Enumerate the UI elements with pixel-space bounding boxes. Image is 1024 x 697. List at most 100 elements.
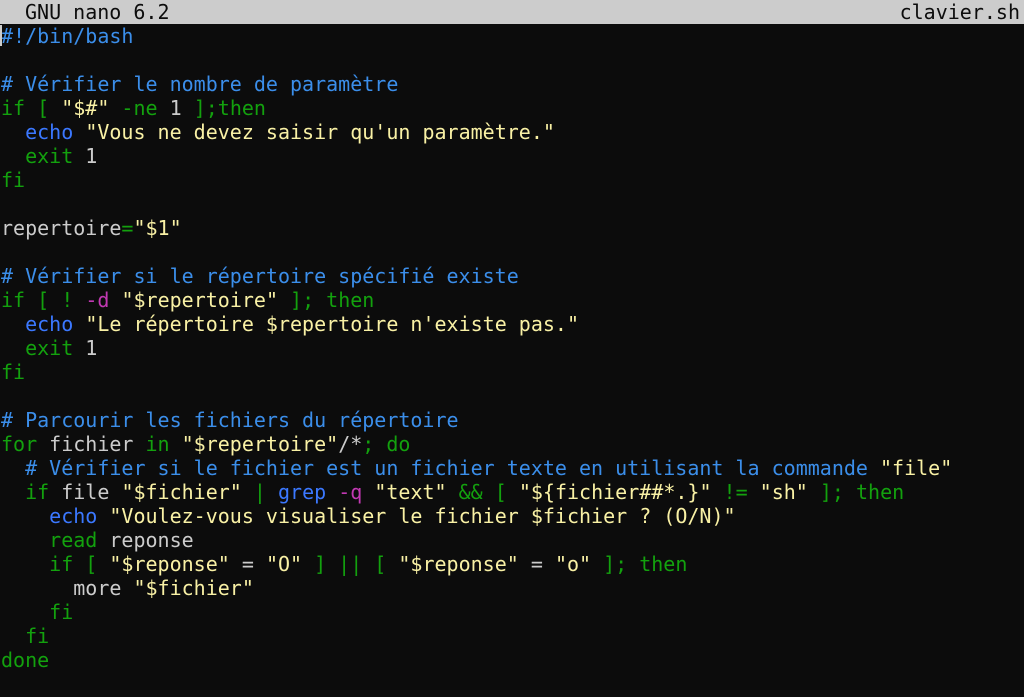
- code-line: fi: [1, 624, 1023, 648]
- text-cursor: [0, 25, 2, 46]
- code-token: -q: [338, 480, 363, 504]
- code-line: if [ ! -d "$repertoire" ]; then: [1, 288, 1023, 312]
- code-token: 1: [169, 96, 182, 120]
- code-token: fi: [1, 360, 26, 384]
- code-line: echo "Voulez-vous visualiser le fichier …: [1, 504, 1023, 528]
- code-token: "Vous ne devez saisir qu'un paramètre.": [85, 120, 555, 144]
- code-token: # Vérifier le nombre de paramètre: [1, 72, 399, 96]
- code-line: if [ "$#" -ne 1 ];then: [1, 96, 1023, 120]
- code-token: "text": [374, 480, 447, 504]
- code-token: repertoire: [1, 216, 122, 240]
- code-token: fi: [25, 624, 50, 648]
- code-token: then: [217, 96, 266, 120]
- code-token: "sh": [759, 480, 808, 504]
- code-token: "$#": [61, 96, 110, 120]
- code-token: "file": [880, 456, 953, 480]
- code-token: [: [25, 96, 62, 120]
- code-token: ]; then: [591, 552, 688, 576]
- code-token: # Vérifier si le fichier est un fichier …: [25, 456, 881, 480]
- code-token: =: [121, 216, 134, 240]
- code-token: more: [1, 576, 134, 600]
- code-line: # Parcourir les fichiers du répertoire: [1, 408, 1023, 432]
- code-token: && [: [446, 480, 519, 504]
- code-token: read: [49, 528, 98, 552]
- code-line: #!/bin/bash: [1, 24, 1023, 48]
- code-line: repertoire="$1": [1, 216, 1023, 240]
- nano-title-bar: GNU nano 6.2 clavier.sh: [0, 0, 1024, 24]
- code-token: echo: [49, 504, 98, 528]
- code-line: for fichier in "$repertoire"/*; do: [1, 432, 1023, 456]
- code-line: fi: [1, 360, 1023, 384]
- code-token: /*: [338, 432, 363, 456]
- editor-text-area[interactable]: #!/bin/bash # Vérifier le nombre de param…: [1, 24, 1023, 672]
- code-token: =: [518, 552, 555, 576]
- code-line: read reponse: [1, 528, 1023, 552]
- code-token: reponse: [97, 528, 194, 552]
- code-token: -d: [85, 288, 110, 312]
- code-token: ]; then: [278, 288, 375, 312]
- code-line: if [ "$reponse" = "O" ] || [ "$reponse" …: [1, 552, 1023, 576]
- code-line: fi: [1, 168, 1023, 192]
- code-line: echo "Vous ne devez saisir qu'un paramèt…: [1, 120, 1023, 144]
- code-token: "$fichier": [121, 480, 242, 504]
- code-token: !=: [711, 480, 760, 504]
- code-token: fi: [49, 600, 74, 624]
- code-token: #!/bin/bash: [1, 24, 134, 48]
- code-line: more "$fichier": [1, 576, 1023, 600]
- code-token: grep: [277, 480, 327, 504]
- code-token: echo: [25, 312, 74, 336]
- code-token: "$reponse": [398, 552, 519, 576]
- code-token: echo: [25, 120, 74, 144]
- code-token: ];: [181, 96, 218, 120]
- code-token: if: [1, 288, 26, 312]
- code-token: done: [1, 648, 50, 672]
- code-token: "o": [554, 552, 592, 576]
- code-token: "$fichier": [133, 576, 254, 600]
- code-token: -ne: [109, 96, 170, 120]
- code-line: done: [1, 648, 1023, 672]
- code-token: [: [73, 552, 110, 576]
- code-token: ; do: [362, 432, 411, 456]
- code-token: "$repertoire": [181, 432, 339, 456]
- code-token: "$repertoire": [121, 288, 278, 312]
- code-token: |: [241, 480, 278, 504]
- code-token: exit: [25, 336, 74, 360]
- code-token: file: [49, 480, 122, 504]
- code-token: "$reponse": [109, 552, 230, 576]
- code-token: "O": [265, 552, 303, 576]
- code-token: if: [49, 552, 74, 576]
- code-token: if: [25, 480, 50, 504]
- app-title: GNU nano 6.2: [25, 0, 170, 24]
- code-token: # Parcourir les fichiers du répertoire: [1, 408, 459, 432]
- code-token: "Voulez-vous visualiser le fichier $fich…: [109, 504, 736, 528]
- code-line: if file "$fichier" | grep -q "text" && […: [1, 480, 1023, 504]
- code-token: 1: [73, 144, 98, 168]
- code-token: ]; then: [807, 480, 905, 504]
- code-token: ] || [: [302, 552, 399, 576]
- code-token: # Vérifier si le répertoire spécifié exi…: [1, 264, 519, 288]
- code-line: fi: [1, 600, 1023, 624]
- code-line: echo "Le répertoire $repertoire n'existe…: [1, 312, 1023, 336]
- code-line: exit 1: [1, 144, 1023, 168]
- code-token: exit: [25, 144, 74, 168]
